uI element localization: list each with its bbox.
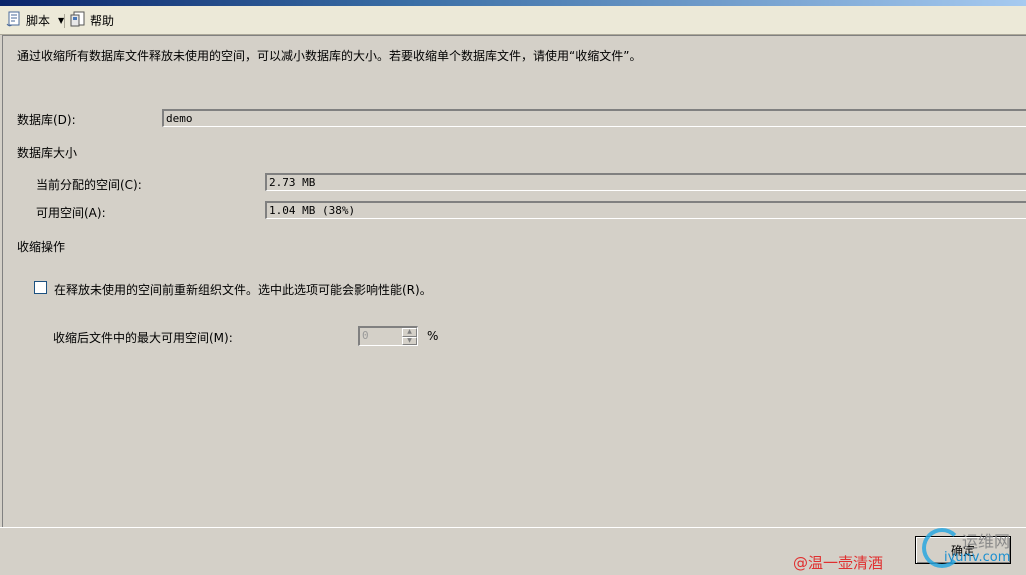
allocated-space-label: 当前分配的空间(C):: [36, 178, 142, 192]
chevron-up-icon: ▲: [407, 328, 412, 336]
shrink-section-title: 收缩操作: [17, 240, 66, 254]
logo-text-bottom: iyunv.com: [944, 550, 1011, 565]
allocated-space-field[interactable]: 2.73 MB: [265, 173, 1026, 191]
free-space-field[interactable]: 1.04 MB (38%): [265, 201, 1026, 219]
help-button[interactable]: 帮助: [70, 11, 114, 29]
author-watermark: @温一壶清酒: [793, 554, 884, 572]
script-menu-button[interactable]: 脚本 ▼: [6, 11, 64, 29]
free-space-label: 可用空间(A):: [36, 206, 106, 220]
max-free-space-label: 收缩后文件中的最大可用空间(M):: [53, 331, 233, 345]
description-text: 通过收缩所有数据库文件释放未使用的空间，可以减小数据库的大小。若要收缩单个数据库…: [17, 49, 642, 63]
chevron-down-icon: ▼: [407, 336, 412, 344]
percent-unit: %: [427, 329, 439, 343]
max-free-space-stepper[interactable]: 0 ▲ ▼: [358, 326, 418, 346]
script-icon: [6, 11, 22, 30]
stepper-up-button[interactable]: ▲: [402, 328, 417, 337]
help-label: 帮助: [90, 13, 115, 28]
max-free-space-value: 0: [362, 329, 369, 342]
stepper-buttons: ▲ ▼: [402, 328, 417, 345]
reorganize-checkbox[interactable]: [34, 281, 47, 294]
reorganize-label: 在释放未使用的空间前重新组织文件。选中此选项可能会影响性能(R)。: [54, 283, 432, 297]
database-field[interactable]: demo: [162, 109, 1026, 127]
logo-text-top: 运维网: [962, 532, 1011, 551]
toolbar: 脚本 ▼ 帮助: [0, 6, 1026, 35]
stepper-down-button[interactable]: ▼: [402, 336, 417, 345]
toolbar-separator: [64, 14, 65, 28]
database-label: 数据库(D):: [17, 113, 76, 127]
script-menu-label: 脚本: [26, 13, 51, 28]
db-size-section-title: 数据库大小: [17, 146, 78, 160]
help-icon: [70, 11, 86, 30]
